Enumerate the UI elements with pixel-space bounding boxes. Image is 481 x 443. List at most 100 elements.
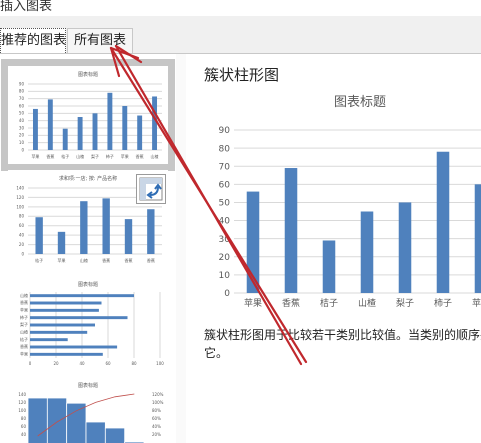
tab-all-charts[interactable]: 所有图表 bbox=[67, 28, 133, 53]
thumb-y2-tick: 80% bbox=[152, 408, 161, 413]
chart-bar bbox=[398, 202, 412, 293]
chart-x-tick: 桔子 bbox=[320, 297, 338, 309]
thumb-y2-tick: 20% bbox=[152, 432, 161, 437]
thumb-x-tick: 20 bbox=[53, 361, 59, 366]
thumb-bar bbox=[147, 209, 155, 254]
thumb-bar bbox=[152, 96, 158, 150]
chart-preview: 图表标题 90 80 70 60 50 40 30 20 10 0 苹果 香蕉 桔子 山楂 梨子 柿子 苹果 bbox=[219, 95, 481, 309]
chart-y-tick: 70 bbox=[219, 162, 231, 172]
thumbnail-clustered-bar[interactable]: 图表标题 0 20 40 60 80 100 山楂 香蕉 苹果 柿子 梨子 山楂 桔子 香蕉 苹果 bbox=[8, 276, 168, 372]
chart-bar bbox=[360, 211, 374, 293]
thumb-bar bbox=[30, 352, 103, 356]
chart-bar bbox=[246, 191, 260, 293]
thumb-y-tick: 0 bbox=[21, 147, 24, 152]
chart-bar bbox=[284, 168, 298, 293]
thumb-y-tick: 山楂 bbox=[20, 328, 28, 334]
thumb-x-tick: 山楂 bbox=[80, 257, 88, 263]
thumb-bar bbox=[46, 397, 68, 443]
thumb-y-tick: 140 bbox=[18, 392, 26, 397]
chart-y-tick: 50 bbox=[219, 199, 231, 209]
chart-y-tick: 40 bbox=[219, 217, 231, 227]
thumb-x-tick: 香蕉 bbox=[102, 257, 110, 263]
thumb-title: 图表标题 bbox=[78, 382, 98, 389]
thumb-x-tick: 香蕉 bbox=[125, 257, 133, 263]
chart-y-tick: 30 bbox=[219, 235, 231, 245]
chart-x-tick: 香蕉 bbox=[282, 297, 300, 309]
thumb-x-tick: 山楂 bbox=[151, 153, 159, 159]
thumb-bar bbox=[104, 427, 126, 443]
thumb-y-tick: 香蕉 bbox=[20, 343, 28, 349]
thumb-bar bbox=[47, 99, 53, 150]
thumb-x-tick: 山楂 bbox=[76, 153, 84, 159]
thumb-bar bbox=[137, 115, 143, 150]
thumbnail-pareto[interactable]: 图表标题 140 120% 120 100% 100 80% 80 60% 60 40% 40 20% bbox=[8, 378, 168, 443]
thumb-y-tick: 80 bbox=[19, 214, 25, 219]
thumb-bar bbox=[27, 397, 48, 443]
thumb-y-tick: 柿子 bbox=[20, 314, 28, 320]
thumbnail-clustered-column[interactable]: 图表标题 90 80 70 60 50 40 30 20 10 0 苹果 香蕉 桔子 山楂 梨子 柿子 苹果 香蕉 山… bbox=[1, 59, 175, 171]
thumb-y-tick: 40 bbox=[21, 432, 27, 437]
chart-x-tick: 苹果 bbox=[244, 297, 262, 309]
thumb-y-tick: 40 bbox=[19, 118, 25, 123]
tab-recommended-charts[interactable]: 推荐的图表 bbox=[0, 28, 66, 53]
thumb-bar bbox=[102, 198, 110, 254]
swap-row-column-button[interactable] bbox=[136, 174, 166, 204]
thumb-x-tick: 桔子 bbox=[35, 257, 43, 263]
thumb-y-tick: 120 bbox=[16, 195, 24, 200]
thumb-bar bbox=[30, 338, 68, 342]
thumb-y-tick: 100 bbox=[16, 204, 24, 209]
thumb-title: 求和项:一店; 按: 产品名称 bbox=[59, 175, 117, 182]
thumb-bar bbox=[85, 421, 106, 443]
thumb-y-tick: 0 bbox=[21, 251, 24, 256]
thumb-bar bbox=[32, 108, 38, 150]
thumb-y-tick: 10 bbox=[19, 140, 25, 145]
thumb-x-tick: 80 bbox=[131, 361, 137, 366]
dialog-content: 图表标题 90 80 70 60 50 40 30 20 10 0 苹果 香蕉 桔子 山楂 梨子 柿子 苹果 香蕉山… bbox=[0, 54, 481, 443]
chart-y-tick: 90 bbox=[219, 126, 231, 136]
thumb-y2-tick: 100% bbox=[152, 400, 164, 405]
swap-row-column-icon bbox=[139, 177, 163, 201]
thumb-bar bbox=[57, 231, 66, 254]
chart-type-name: 簇状柱形图 bbox=[204, 66, 280, 84]
chart-title: 图表标题 bbox=[334, 95, 386, 110]
thumb-x-tick: 香蕉 bbox=[136, 153, 144, 159]
thumb-y-tick: 50 bbox=[19, 111, 25, 116]
tab-strip: 推荐的图表 所有图表 bbox=[0, 16, 481, 54]
thumbnail-scrollbar[interactable] bbox=[176, 54, 186, 443]
thumb-title: 图表标题 bbox=[78, 281, 98, 288]
thumb-y-tick: 苹果 bbox=[20, 306, 28, 312]
window-titlebar: 插入图表 bbox=[0, 0, 481, 16]
thumb-y2-tick: 40% bbox=[152, 424, 161, 429]
thumb-bar bbox=[124, 219, 133, 254]
thumb-y-tick: 70 bbox=[19, 96, 25, 101]
thumb-x-tick: 梨子 bbox=[91, 153, 99, 159]
thumb-y-tick: 30 bbox=[19, 125, 25, 130]
thumb-y-tick: 20 bbox=[19, 242, 25, 247]
thumb-bar bbox=[122, 106, 128, 150]
chart-x-tick: 苹果 bbox=[472, 297, 481, 309]
thumb-x-tick: 苹果 bbox=[58, 257, 66, 263]
chart-bar bbox=[322, 240, 336, 293]
thumb-bar bbox=[35, 217, 43, 254]
thumb-bar bbox=[30, 345, 118, 349]
thumb-y-tick: 香蕉 bbox=[20, 299, 28, 305]
thumb-y-tick: 桔子 bbox=[20, 336, 28, 342]
thumb-y2-tick: 120% bbox=[152, 392, 164, 397]
thumb-bar bbox=[30, 323, 95, 327]
chart-x-tick: 梨子 bbox=[396, 297, 414, 309]
thumb-x-tick: 香蕉 bbox=[46, 153, 54, 159]
thumb-x-tick: 100 bbox=[156, 361, 164, 366]
thumb-y-tick: 60 bbox=[19, 223, 25, 228]
chart-detail-panel: 簇状柱形图 图表标题 90 80 70 60 50 40 30 20 10 0 苹果 香蕉 桔子 山楂 梨子 柿… bbox=[186, 54, 481, 443]
thumbnail-chart-4: 图表标题 140 120% 120 100% 100 80% 80 60% 60 40% 40 20% bbox=[18, 382, 164, 443]
thumb-bar bbox=[30, 316, 128, 320]
chart-y-tick: 80 bbox=[219, 144, 231, 154]
thumb-y-tick: 梨子 bbox=[20, 321, 28, 327]
thumb-x-tick: 苹果 bbox=[121, 153, 129, 159]
thumb-x-tick: 40 bbox=[79, 361, 85, 366]
thumb-bar bbox=[107, 92, 113, 150]
chart-bar bbox=[474, 184, 481, 293]
thumb-bar bbox=[30, 330, 88, 334]
thumb-y-tick: 90 bbox=[19, 81, 25, 86]
thumb-y-tick: 20 bbox=[19, 133, 25, 138]
